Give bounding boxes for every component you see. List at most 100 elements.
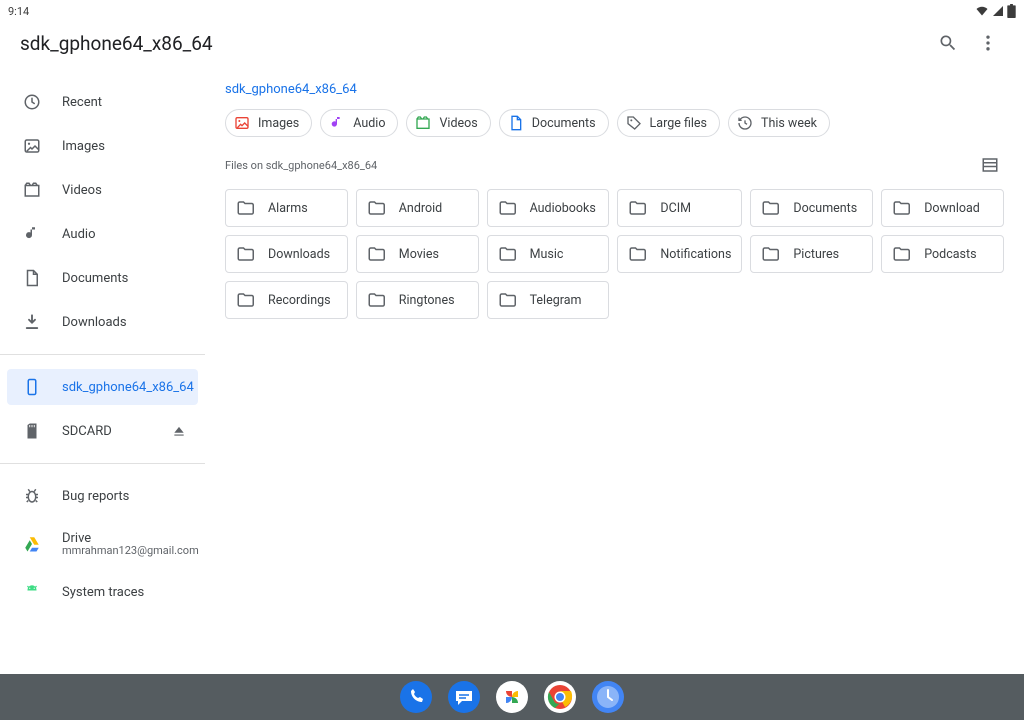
folder-label: Movies [399,247,439,262]
sidebar-item-downloads[interactable]: Downloads [0,300,205,344]
folder-recordings[interactable]: Recordings [225,281,348,319]
sidebar-item-videos[interactable]: Videos [0,168,205,212]
folder-icon [628,199,646,217]
tag-icon [626,115,642,131]
battery-icon [1007,4,1016,18]
video-icon [415,115,431,131]
folder-download[interactable]: Download [881,189,1004,227]
folder-dcim[interactable]: DCIM [617,189,742,227]
wifi-icon [975,5,989,17]
phone-icon [20,375,44,399]
filter-chip-large-files[interactable]: Large files [617,109,720,137]
folder-pictures[interactable]: Pictures [750,235,873,273]
folder-alarms[interactable]: Alarms [225,189,348,227]
search-button[interactable] [928,23,968,63]
document-icon [20,266,44,290]
divider [0,354,205,355]
messages-app[interactable] [448,681,480,713]
sidebar-item-drive[interactable]: Drivemmrahman123@gmail.com [0,518,205,570]
folder-label: Download [924,201,980,216]
breadcrumb[interactable]: sdk_gphone64_x86_64 [225,82,1004,97]
folder-telegram[interactable]: Telegram [487,281,610,319]
filter-chip-images[interactable]: Images [225,109,312,137]
sidebar-item-label: System traces [62,585,205,600]
sidebar-item-documents[interactable]: Documents [0,256,205,300]
folder-documents[interactable]: Documents [750,189,873,227]
filter-chip-documents[interactable]: Documents [499,109,609,137]
list-view-button[interactable] [976,151,1004,179]
drive-icon [20,532,44,556]
sidebar: Recent Images Videos AudioDocumentsDownload… [0,64,205,674]
folder-label: Music [530,247,564,262]
chip-label: Large files [650,116,707,131]
folder-downloads[interactable]: Downloads [225,235,348,273]
sidebar-item-label: SDCARD [62,424,159,439]
folder-podcasts[interactable]: Podcasts [881,235,1004,273]
sidebar-item-audio[interactable]: Audio [0,212,205,256]
folder-icon [236,291,254,309]
status-time: 9:14 [8,5,29,18]
sidebar-item-sdcard[interactable]: SDCARD [0,409,205,453]
folder-icon [892,199,910,217]
folder-movies[interactable]: Movies [356,235,479,273]
search-icon [938,33,958,53]
sidebar-item-system-traces[interactable]: System traces [0,570,205,614]
folder-label: Pictures [793,247,839,262]
folder-icon [236,199,254,217]
folder-android[interactable]: Android [356,189,479,227]
sidebar-item-sdk-gphone64-x86-64[interactable]: sdk_gphone64_x86_64 [0,365,205,409]
folder-icon [367,199,385,217]
more-vert-icon [978,33,998,53]
sidebar-item-label: Images [62,139,205,154]
folder-icon [498,199,516,217]
folder-notifications[interactable]: Notifications [617,235,742,273]
folder-label: Audiobooks [530,201,596,216]
folder-audiobooks[interactable]: Audiobooks [487,189,610,227]
app-bar: sdk_gphone64_x86_64 [0,22,1024,64]
sidebar-item-recent[interactable]: Recent [0,80,205,124]
sd-icon [20,419,44,443]
eject-button[interactable] [159,411,199,451]
nav-bar [0,674,1024,720]
filter-chip-this-week[interactable]: This week [728,109,830,137]
photos-app[interactable] [496,681,528,713]
android-icon [20,580,44,604]
sidebar-item-label: Recent [62,95,205,110]
folder-icon [498,245,516,263]
more-button[interactable] [968,23,1008,63]
folder-icon [367,245,385,263]
status-bar: 9:14 [0,0,1024,22]
folder-label: Recordings [268,293,331,308]
sidebar-item-images[interactable]: Images [0,124,205,168]
audio-icon [329,115,345,131]
folder-label: Documents [793,201,857,216]
folder-icon [892,245,910,263]
eject-icon [172,424,186,438]
chip-label: Audio [353,116,385,131]
folder-label: Alarms [268,201,308,216]
chip-label: Videos [439,116,477,131]
sidebar-item-bug-reports[interactable]: Bug reports [0,474,205,518]
divider [0,463,205,464]
filter-chip-audio[interactable]: Audio [320,109,398,137]
folder-label: DCIM [660,201,691,216]
folder-ringtones[interactable]: Ringtones [356,281,479,319]
history-icon [737,115,753,131]
document-icon [508,115,524,131]
folder-label: Notifications [660,247,731,262]
sidebar-item-label: Videos [62,183,205,198]
list-view-icon [981,156,999,174]
folder-icon [628,245,646,263]
folder-icon [367,291,385,309]
clock-icon [20,90,44,114]
phone-app[interactable] [400,681,432,713]
folder-grid: Alarms Android Audiobooks DCIM Documents Down… [225,189,1004,319]
folder-music[interactable]: Music [487,235,610,273]
content: sdk_gphone64_x86_64 Images Audio Videos Doc… [205,64,1024,674]
image-icon [20,134,44,158]
clock-app[interactable] [592,681,624,713]
folder-icon [761,199,779,217]
filter-chip-videos[interactable]: Videos [406,109,490,137]
chrome-app[interactable] [544,681,576,713]
filter-chip-row: Images Audio Videos Documents Large files Thi… [225,109,1004,137]
